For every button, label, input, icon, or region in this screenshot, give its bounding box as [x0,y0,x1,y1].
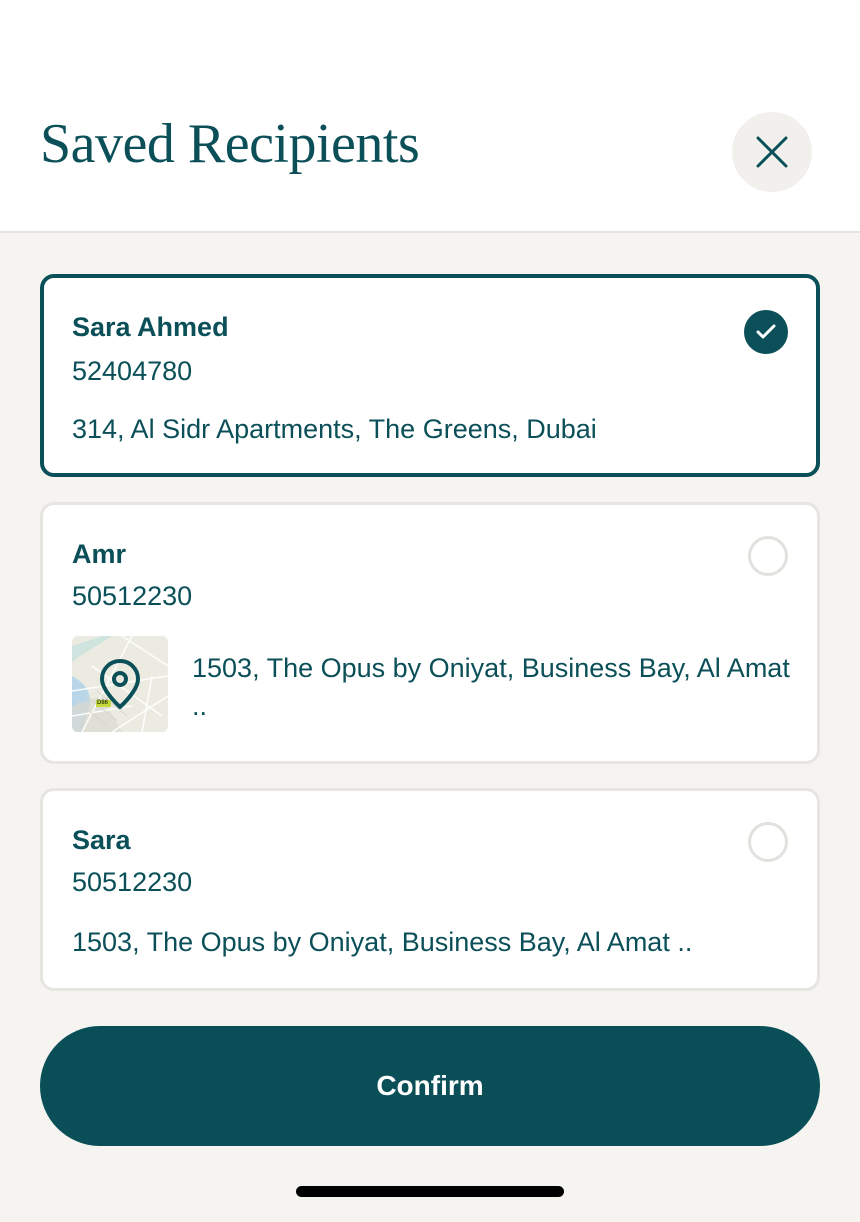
location-pin-icon [100,659,140,709]
confirm-button[interactable]: Confirm [40,1026,820,1146]
map-thumbnail: D86 [72,636,168,732]
recipient-name: Sara [72,825,131,855]
recipient-phone: 50512230 [72,867,193,897]
recipient-name: Sara Ahmed [72,312,229,342]
recipient-name: Amr [72,539,127,569]
recipient-card[interactable]: Sara 50512230 1503, The Opus by Oniyat, … [40,788,820,991]
close-icon [756,136,788,168]
recipient-phone: 50512230 [72,581,193,611]
unselected-radio[interactable] [748,536,788,576]
recipient-address: 314, Al Sidr Apartments, The Greens, Dub… [72,414,597,444]
recipient-card[interactable]: Amr 50512230 D86 1503, The Opus by Oniya… [40,502,820,764]
close-button[interactable] [732,112,812,192]
selected-radio[interactable] [744,310,788,354]
recipient-address: 1503, The Opus by Oniyat, Business Bay, … [192,653,790,721]
recipient-card[interactable]: Sara Ahmed 52404780 314, Al Sidr Apartme… [40,274,820,477]
unselected-radio[interactable] [748,822,788,862]
checkmark-icon [756,324,776,339]
recipient-address: 1503, The Opus by Oniyat, Business Bay, … [72,927,693,957]
page-title: Saved Recipients [40,113,420,175]
header: Saved Recipients [0,0,860,233]
recipient-phone: 52404780 [72,356,193,386]
home-indicator [296,1186,564,1197]
